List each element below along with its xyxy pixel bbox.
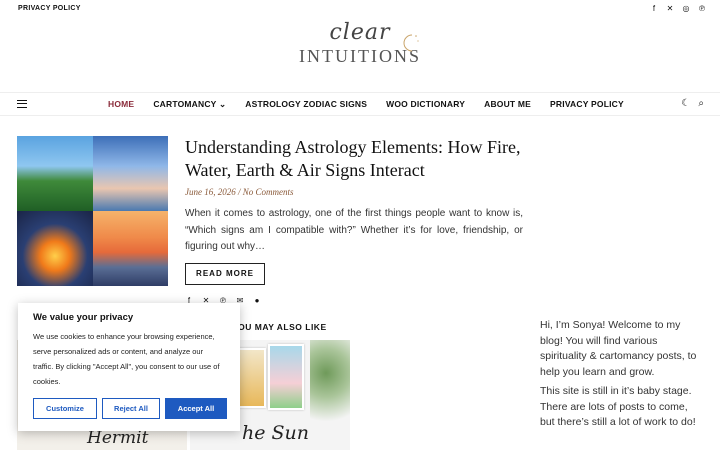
instagram-icon[interactable]: ◎ xyxy=(682,3,690,15)
x-icon[interactable]: ✕ xyxy=(666,3,674,15)
nav-item-about-me[interactable]: ABOUT ME xyxy=(484,99,531,110)
nav-item-cartomancy[interactable]: CARTOMANCY ⌄ xyxy=(153,99,226,110)
share-reddit-icon[interactable]: ● xyxy=(253,296,261,305)
nav-item-astrology-zodiac-signs[interactable]: ASTROLOGY ZODIAC SIGNS xyxy=(245,99,367,110)
nav-icons: ☾ ⌕ xyxy=(681,98,704,110)
top-bar: PRIVACY POLICY f ✕ ◎ ℗ xyxy=(0,0,720,18)
top-social-icons: f ✕ ◎ ℗ xyxy=(650,3,706,15)
pinterest-icon[interactable]: ℗ xyxy=(698,3,706,15)
nav-item-privacy-policy[interactable]: PRIVACY POLICY xyxy=(550,99,624,110)
reject-all-button[interactable]: Reject All xyxy=(102,398,160,419)
thumbnail-water-quadrant xyxy=(92,211,168,286)
site-logo[interactable]: clear INTUITIONS xyxy=(280,20,440,82)
search-icon[interactable]: ⌕ xyxy=(698,98,704,110)
sidebar-intro: Hi, I’m Sonya! Welcome to my blog! You w… xyxy=(540,319,697,378)
post-title[interactable]: Understanding Astrology Elements: How Fi… xyxy=(185,136,530,182)
post-thumbnail[interactable] xyxy=(17,136,168,286)
post-excerpt: When it comes to astrology, one of the f… xyxy=(185,208,523,252)
moon-icon xyxy=(403,34,419,52)
read-more-button[interactable]: READ MORE xyxy=(185,263,265,285)
related-card-label: Hermit xyxy=(87,428,149,448)
nav-item-home[interactable]: HOME xyxy=(108,99,134,110)
cookie-title: We value your privacy xyxy=(33,312,134,323)
cookie-text: We use cookies to enhance your browsing … xyxy=(33,332,220,386)
related-heading: YOU MAY ALSO LIKE xyxy=(232,322,327,332)
accept-all-button[interactable]: Accept All xyxy=(165,398,227,419)
facebook-icon[interactable]: f xyxy=(650,3,658,15)
hamburger-menu-icon[interactable] xyxy=(17,100,27,108)
plant-decoration xyxy=(310,340,350,450)
top-privacy-link[interactable]: PRIVACY POLICY xyxy=(18,5,81,12)
main-nav: HOME CARTOMANCY ⌄ ASTROLOGY ZODIAC SIGNS… xyxy=(0,92,720,116)
nav-items: HOME CARTOMANCY ⌄ ASTROLOGY ZODIAC SIGNS… xyxy=(108,99,643,110)
thumbnail-air-quadrant xyxy=(92,136,168,211)
thumbnail-fire-quadrant xyxy=(17,211,93,286)
tarot-card-image xyxy=(268,344,304,410)
customize-button[interactable]: Customize xyxy=(33,398,97,419)
sidebar-note: This site is still in it’s baby stage. T… xyxy=(540,385,696,428)
thumbnail-earth-quadrant xyxy=(17,136,93,211)
nav-item-woo-dictionary[interactable]: WOO DICTIONARY xyxy=(386,99,465,110)
related-card-label: he Sun xyxy=(242,422,310,444)
sidebar-about: Hi, I’m Sonya! Welcome to my blog! You w… xyxy=(540,318,705,435)
post-meta[interactable]: June 16, 2026 / No Comments xyxy=(185,187,294,197)
cookie-consent-banner: We value your privacy We use cookies to … xyxy=(18,303,240,431)
dark-mode-moon-icon[interactable]: ☾ xyxy=(681,98,690,110)
cookie-buttons: Customize Reject All Accept All xyxy=(33,398,227,419)
